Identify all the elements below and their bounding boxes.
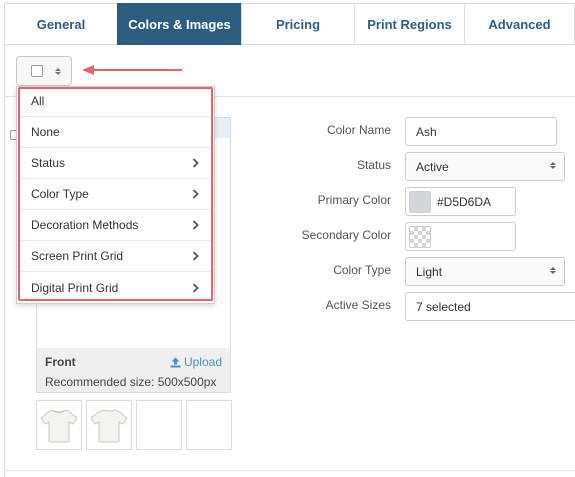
secondary-color-input[interactable] [405, 222, 516, 251]
thumbnail-empty[interactable] [136, 400, 182, 450]
status-value: Active [416, 159, 449, 174]
pointer-arrow-icon [82, 65, 182, 75]
thumbnail-front[interactable] [36, 400, 82, 450]
upload-link[interactable]: Upload [170, 355, 222, 369]
recommended-size: Recommended size: 500x500px [45, 375, 217, 389]
primary-color-label: Primary Color [317, 193, 391, 207]
menu-highlight-box [18, 87, 213, 301]
primary-color-swatch[interactable] [409, 190, 431, 213]
select-all-dropdown-button[interactable] [16, 56, 72, 86]
color-name-input[interactable]: Ash [405, 117, 557, 146]
thumbnail-back[interactable] [86, 400, 132, 450]
view-label: Front [45, 355, 76, 369]
color-type-value: Light [416, 264, 443, 279]
color-name-label: Color Name [326, 123, 391, 137]
status-select[interactable]: Active [405, 152, 565, 181]
product-editor: General Colors & Images Pricing Print Re… [0, 0, 575, 477]
color-type-label: Color Type [333, 263, 391, 277]
caret-updown-icon [55, 67, 61, 75]
tab-bar: General Colors & Images Pricing Print Re… [4, 3, 575, 45]
color-name-value: Ash [416, 124, 437, 139]
tab-general[interactable]: General [4, 3, 117, 45]
active-sizes-value: 7 selected [416, 299, 471, 314]
caret-updown-icon [550, 162, 556, 169]
secondary-color-label: Secondary Color [301, 228, 391, 242]
primary-color-value: #D5D6DA [437, 194, 492, 209]
status-label: Status [356, 158, 391, 172]
thumbnail-empty[interactable] [186, 400, 232, 450]
thumbnail-strip [36, 400, 232, 450]
color-type-select[interactable]: Light [405, 257, 565, 286]
tshirt-icon [90, 409, 128, 443]
active-sizes-multiselect[interactable]: 7 selected [405, 292, 575, 321]
tab-advanced[interactable]: Advanced [464, 3, 575, 45]
upload-icon [170, 357, 181, 367]
upload-label: Upload [183, 355, 222, 369]
tab-print-regions[interactable]: Print Regions [354, 3, 464, 45]
tab-pricing[interactable]: Pricing [241, 3, 354, 45]
tshirt-icon [40, 409, 78, 443]
image-footer: Front Upload Recommended size: 500x500px [36, 348, 231, 393]
primary-color-input[interactable]: #D5D6DA [405, 187, 516, 216]
bottom-divider [4, 470, 575, 471]
tab-colors-images[interactable]: Colors & Images [117, 3, 241, 45]
checkbox-icon [31, 65, 43, 77]
active-sizes-label: Active Sizes [325, 298, 391, 312]
checkerboard-icon[interactable] [409, 225, 431, 248]
caret-updown-icon [550, 267, 556, 274]
